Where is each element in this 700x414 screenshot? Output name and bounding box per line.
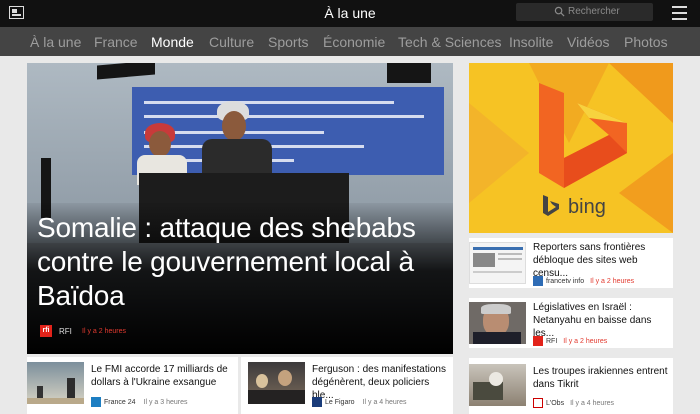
side-article-1[interactable]: Reporters sans frontières débloque des s…	[469, 238, 673, 288]
article-thumbnail	[27, 362, 84, 404]
nav-item-economie[interactable]: Économie	[323, 34, 385, 50]
hero-time: Il y a 2 heures	[82, 328, 126, 335]
search-box[interactable]: Rechercher	[516, 3, 653, 21]
bottom-article-2[interactable]: Ferguson : des manifestations dégénèrent…	[241, 357, 453, 414]
side-article-1-title: Reporters sans frontières débloque des s…	[533, 242, 646, 279]
article-thumbnail	[469, 364, 526, 406]
bing-advertisement[interactable]: bing	[469, 63, 673, 233]
category-nav: À la une France Monde Culture Sports Éco…	[0, 27, 700, 56]
hero-source: RFI	[59, 327, 72, 336]
article-thumbnail	[469, 242, 526, 284]
side-article-1-meta: francetv info Il y a 2 heures	[533, 276, 634, 286]
hero-headline[interactable]: Somalie : attaque des shebabs contre le …	[37, 211, 447, 313]
rfi-logo-icon	[533, 336, 543, 346]
bottom-article-1-title: Le FMI accorde 17 milliards de dollars à…	[91, 364, 228, 388]
lobs-logo-icon	[533, 398, 543, 408]
side-article-2[interactable]: Législatives en Israël : Netanyahu en ba…	[469, 298, 673, 348]
nav-item-photos[interactable]: Photos	[624, 34, 668, 50]
nav-item-monde[interactable]: Monde	[151, 34, 194, 50]
nav-item-videos[interactable]: Vidéos	[567, 34, 610, 50]
france24-logo-icon	[91, 397, 101, 407]
side-article-3-title: Les troupes irakiennes entrent dans Tikr…	[533, 366, 668, 390]
nav-item-sports[interactable]: Sports	[268, 34, 308, 50]
side-article-3-meta: L'Obs Il y a 4 heures	[533, 398, 614, 408]
article-thumbnail	[248, 362, 305, 404]
search-placeholder: Rechercher	[568, 6, 620, 17]
bottom-article-2-meta: Le Figaro Il y a 4 heures	[312, 397, 407, 407]
bing-brand-text: bing	[568, 196, 606, 218]
francetv-logo-icon	[533, 276, 543, 286]
hero-article[interactable]: Somalie : attaque des shebabs contre le …	[27, 63, 453, 354]
search-icon	[554, 6, 565, 17]
le-figaro-logo-icon	[312, 397, 322, 407]
nav-item-tech-sciences[interactable]: Tech & Sciences	[398, 34, 502, 50]
side-article-2-meta: RFI Il y a 2 heures	[533, 336, 607, 346]
nav-item-culture[interactable]: Culture	[209, 34, 254, 50]
nav-item-a-la-une[interactable]: À la une	[30, 34, 81, 50]
bottom-article-1-meta: France 24 Il y a 3 heures	[91, 397, 188, 407]
nav-item-insolite[interactable]: Insolite	[509, 34, 553, 50]
bottom-article-1[interactable]: Le FMI accorde 17 milliards de dollars à…	[27, 357, 238, 414]
title-bar: À la une Rechercher	[0, 0, 700, 27]
rfi-logo-icon: rfi	[40, 325, 52, 337]
side-article-3[interactable]: Les troupes irakiennes entrent dans Tikr…	[469, 358, 673, 414]
nav-item-france[interactable]: France	[94, 34, 138, 50]
hamburger-menu-icon[interactable]	[672, 6, 687, 20]
bing-logo-icon	[543, 195, 559, 216]
article-thumbnail	[469, 302, 526, 344]
side-article-2-title: Législatives en Israël : Netanyahu en ba…	[533, 302, 652, 339]
